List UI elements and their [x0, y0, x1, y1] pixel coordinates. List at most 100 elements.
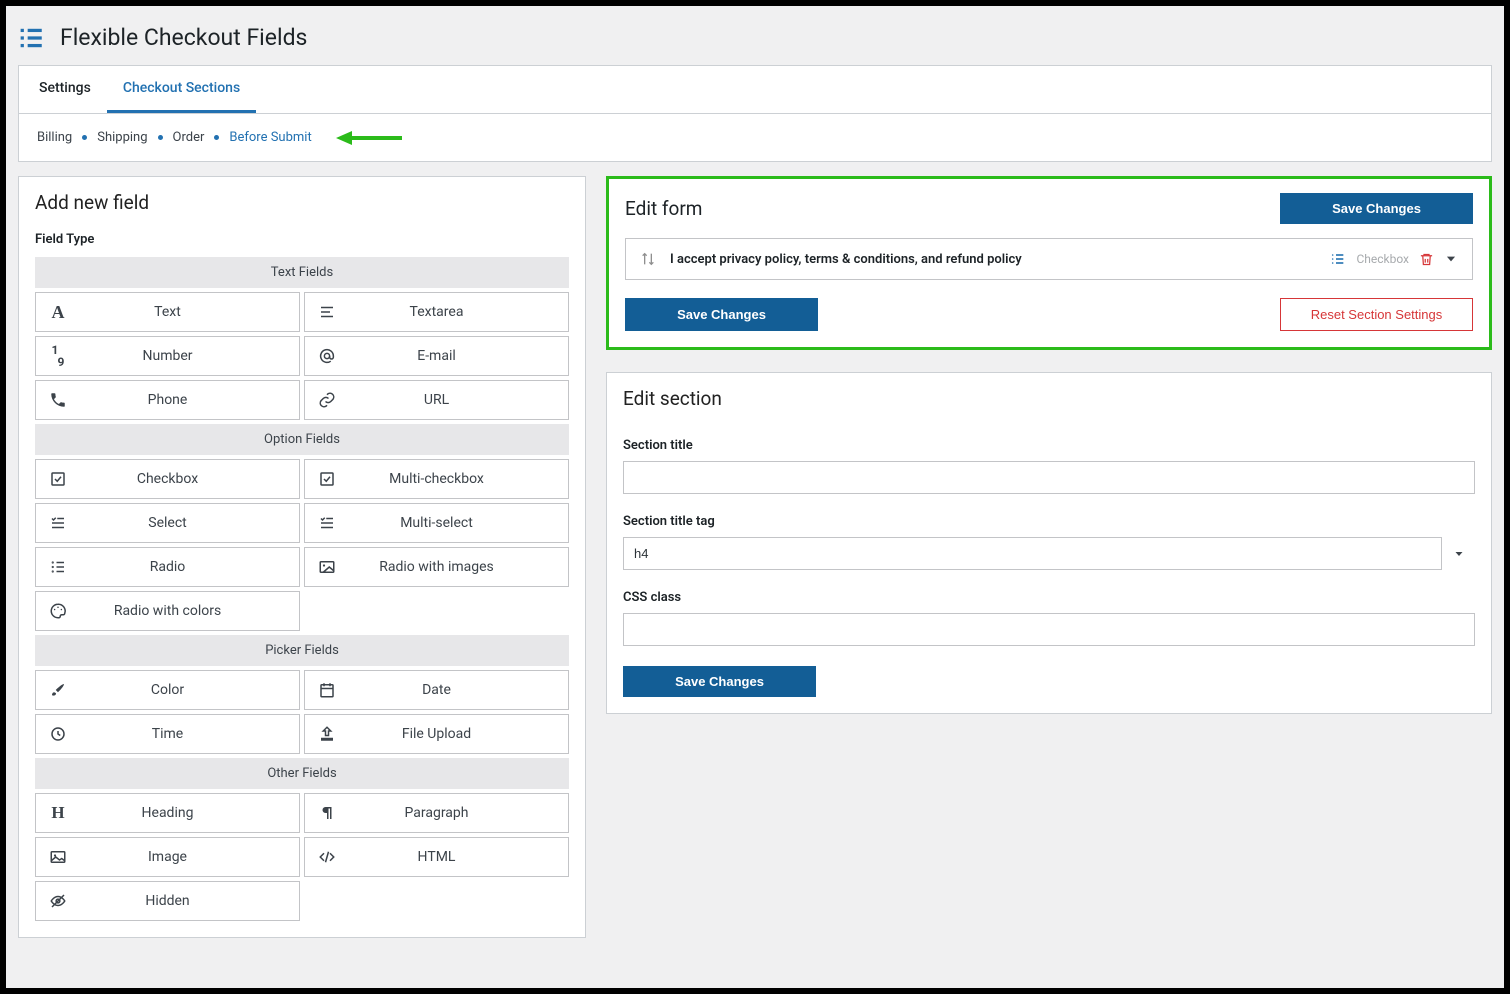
add-field-panel: Add new field Field Type Text FieldsATex…: [18, 176, 586, 938]
css-class-label: CSS class: [623, 590, 1475, 605]
upload-icon: [305, 725, 349, 743]
save-section-button[interactable]: Save Changes: [623, 666, 816, 697]
save-changes-top-button[interactable]: Save Changes: [1280, 193, 1473, 224]
H-icon: H: [36, 803, 80, 823]
page-title: Flexible Checkout Fields: [60, 24, 307, 51]
field-type-label: Checkbox: [80, 471, 299, 487]
field-type-label: Radio with images: [349, 559, 568, 575]
code-icon: [305, 848, 349, 866]
field-type-label: Radio: [80, 559, 299, 575]
tab-checkout-sections[interactable]: Checkout Sections: [107, 66, 256, 113]
edit-form-title: Edit form: [625, 197, 702, 220]
field-type-radio[interactable]: Radio: [35, 547, 300, 587]
check-list-icon: [305, 514, 349, 532]
phone-icon: [36, 391, 80, 409]
crumb-sep: [82, 135, 87, 140]
list-icon: [36, 558, 80, 576]
image-icon: [36, 848, 80, 866]
field-type-checkbox[interactable]: Checkbox: [35, 459, 300, 499]
field-type-label: Multi-select: [349, 515, 568, 531]
breadcrumbs: Billing Shipping Order Before Submit: [19, 114, 1491, 161]
paragraph-icon: [305, 804, 349, 822]
reset-section-button[interactable]: Reset Section Settings: [1280, 298, 1473, 331]
field-row[interactable]: I accept privacy policy, terms & conditi…: [625, 238, 1473, 280]
calendar-icon: [305, 681, 349, 699]
field-type-time[interactable]: Time: [35, 714, 300, 754]
crumb-sep: [158, 135, 163, 140]
field-type-hidden[interactable]: Hidden: [35, 881, 300, 921]
crumb-sep: [214, 135, 219, 140]
field-type-label: Text: [80, 304, 299, 320]
section-tag-label: Section title tag: [623, 514, 1475, 529]
field-type-label: Multi-checkbox: [349, 471, 568, 487]
field-category-header: Option Fields: [35, 424, 569, 455]
field-type-file-upload[interactable]: File Upload: [304, 714, 569, 754]
link-icon: [305, 391, 349, 409]
page-header: Flexible Checkout Fields: [6, 6, 1504, 51]
field-type-label: Number: [80, 348, 299, 364]
field-type-url[interactable]: URL: [304, 380, 569, 420]
field-type-select[interactable]: Select: [35, 503, 300, 543]
tabs-card: Settings Checkout Sections Billing Shipp…: [18, 65, 1492, 162]
field-type-color[interactable]: Color: [35, 670, 300, 710]
add-field-title: Add new field: [19, 177, 585, 228]
trash-icon[interactable]: [1419, 252, 1434, 267]
field-type-text[interactable]: AText: [35, 292, 300, 332]
section-title-label: Section title: [623, 438, 1475, 453]
field-type-radio-with-images[interactable]: Radio with images: [304, 547, 569, 587]
field-type-label: Textarea: [349, 304, 568, 320]
field-type-paragraph[interactable]: Paragraph: [304, 793, 569, 833]
checkbox-icon: [305, 470, 349, 488]
field-type-label: Paragraph: [349, 805, 568, 821]
field-type-label: Select: [80, 515, 299, 531]
subscript-19-icon: 19: [36, 344, 80, 368]
field-type-e-mail[interactable]: E-mail: [304, 336, 569, 376]
field-type-heading[interactable]: HHeading: [35, 793, 300, 833]
field-type-label: Heading: [80, 805, 299, 821]
crumb-order[interactable]: Order: [173, 130, 205, 145]
field-label: I accept privacy policy, terms & conditi…: [670, 252, 1316, 267]
field-type-label: Field Type: [35, 232, 569, 247]
crumb-billing[interactable]: Billing: [37, 130, 72, 145]
field-category-header: Text Fields: [35, 257, 569, 288]
check-list-icon: [36, 514, 80, 532]
field-type-label: Image: [80, 849, 299, 865]
expand-icon[interactable]: [1444, 252, 1458, 266]
field-type-multi-checkbox[interactable]: Multi-checkbox: [304, 459, 569, 499]
crumb-before-submit[interactable]: Before Submit: [229, 130, 311, 145]
field-category-header: Other Fields: [35, 758, 569, 789]
app-icon: [18, 25, 46, 51]
A-icon: A: [36, 302, 80, 323]
crumb-shipping[interactable]: Shipping: [97, 130, 147, 145]
field-type-label: Phone: [80, 392, 299, 408]
field-type-label: HTML: [349, 849, 568, 865]
section-title-input[interactable]: [623, 461, 1475, 494]
section-tag-select[interactable]: [623, 537, 1475, 570]
field-type-textarea[interactable]: Textarea: [304, 292, 569, 332]
field-type-radio-with-colors[interactable]: Radio with colors: [35, 591, 300, 631]
at-icon: [305, 347, 349, 365]
clock-icon: [36, 725, 80, 743]
save-changes-bottom-button[interactable]: Save Changes: [625, 298, 818, 331]
css-class-input[interactable]: [623, 613, 1475, 646]
field-type-label: Date: [349, 682, 568, 698]
field-type-number[interactable]: 19Number: [35, 336, 300, 376]
tab-settings[interactable]: Settings: [23, 66, 107, 113]
field-type-label: Hidden: [80, 893, 299, 909]
field-type-phone[interactable]: Phone: [35, 380, 300, 420]
field-type-date[interactable]: Date: [304, 670, 569, 710]
field-type-image[interactable]: Image: [35, 837, 300, 877]
edit-form-panel: Edit form Save Changes I accept privacy …: [606, 176, 1492, 350]
edit-section-title: Edit section: [607, 373, 1491, 424]
palette-icon: [36, 602, 80, 620]
field-type-label: File Upload: [349, 726, 568, 742]
field-category-header: Picker Fields: [35, 635, 569, 666]
field-type-multi-select[interactable]: Multi-select: [304, 503, 569, 543]
field-type-html[interactable]: HTML: [304, 837, 569, 877]
align-left-icon: [305, 303, 349, 321]
annotation-arrow: [336, 131, 352, 145]
eye-off-icon: [36, 892, 80, 910]
field-type-label: E-mail: [349, 348, 568, 364]
field-type-label: Color: [80, 682, 299, 698]
drag-handle-icon[interactable]: [640, 251, 656, 267]
